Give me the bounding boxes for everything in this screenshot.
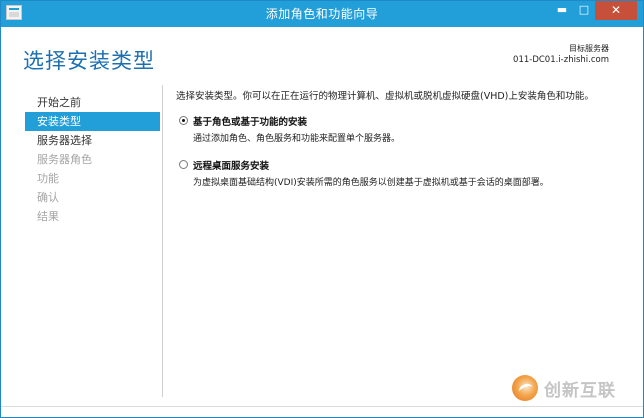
title-bar[interactable]: 添加角色和功能向导 ▬ □ ✕ xyxy=(1,1,643,27)
radio-button-selected[interactable] xyxy=(179,116,188,125)
close-button[interactable]: ✕ xyxy=(595,1,637,20)
option-description: 通过添加角色、角色服务和功能来配置单个服务器。 xyxy=(193,134,401,144)
minimize-button[interactable]: ▬ xyxy=(551,1,573,20)
window-title: 添加角色和功能向导 xyxy=(265,7,379,21)
nav-item-features: 功能 xyxy=(37,172,59,185)
watermark-logo-icon xyxy=(512,375,538,401)
bottom-divider xyxy=(1,406,643,407)
option-label[interactable]: 基于角色或基于功能的安装 xyxy=(193,114,626,128)
option-remote-desktop[interactable]: 远程桌面服务安装 为虚拟桌面基础结构(VDI)安装所需的角色服务以创建基于虚拟机… xyxy=(176,158,626,188)
wizard-window: 添加角色和功能向导 ▬ □ ✕ 选择安装类型 目标服务器 011-DC01.i-… xyxy=(0,0,644,418)
option-role-based[interactable]: 基于角色或基于功能的安装 通过添加角色、角色服务和功能来配置单个服务器。 xyxy=(176,114,626,144)
page-title: 选择安装类型 xyxy=(23,49,155,73)
wizard-nav: 开始之前 安装类型 服务器选择 服务器角色 功能 确认 结果 xyxy=(25,93,160,226)
option-label[interactable]: 远程桌面服务安装 xyxy=(193,158,626,172)
window-controls: ▬ □ ✕ xyxy=(551,1,637,21)
main-content: 选择安装类型。你可以在正在运行的物理计算机、虚拟机或脱机虚拟硬盘(VHD)上安装… xyxy=(176,88,626,188)
nav-item-confirmation: 确认 xyxy=(37,191,59,204)
nav-item-results: 结果 xyxy=(37,210,59,223)
target-server-label: 目标服务器 xyxy=(569,44,609,53)
nav-item-server-selection[interactable]: 服务器选择 xyxy=(25,131,160,150)
option-description: 为虚拟桌面基础结构(VDI)安装所需的角色服务以创建基于虚拟机或基于会话的桌面部… xyxy=(193,178,549,188)
intro-text: 选择安装类型。你可以在正在运行的物理计算机、虚拟机或脱机虚拟硬盘(VHD)上安装… xyxy=(176,91,594,102)
target-server-name: 011-DC01.i-zhishi.com xyxy=(513,55,609,65)
maximize-button[interactable]: □ xyxy=(573,1,595,20)
nav-item-before-you-begin[interactable]: 开始之前 xyxy=(25,93,160,112)
watermark: 创新互联 xyxy=(512,370,634,406)
nav-divider xyxy=(162,85,163,397)
nav-item-server-roles: 服务器角色 xyxy=(37,153,92,166)
nav-item-installation-type[interactable]: 安装类型 xyxy=(25,112,160,131)
watermark-text: 创新互联 xyxy=(544,380,616,401)
radio-button[interactable] xyxy=(179,160,188,169)
